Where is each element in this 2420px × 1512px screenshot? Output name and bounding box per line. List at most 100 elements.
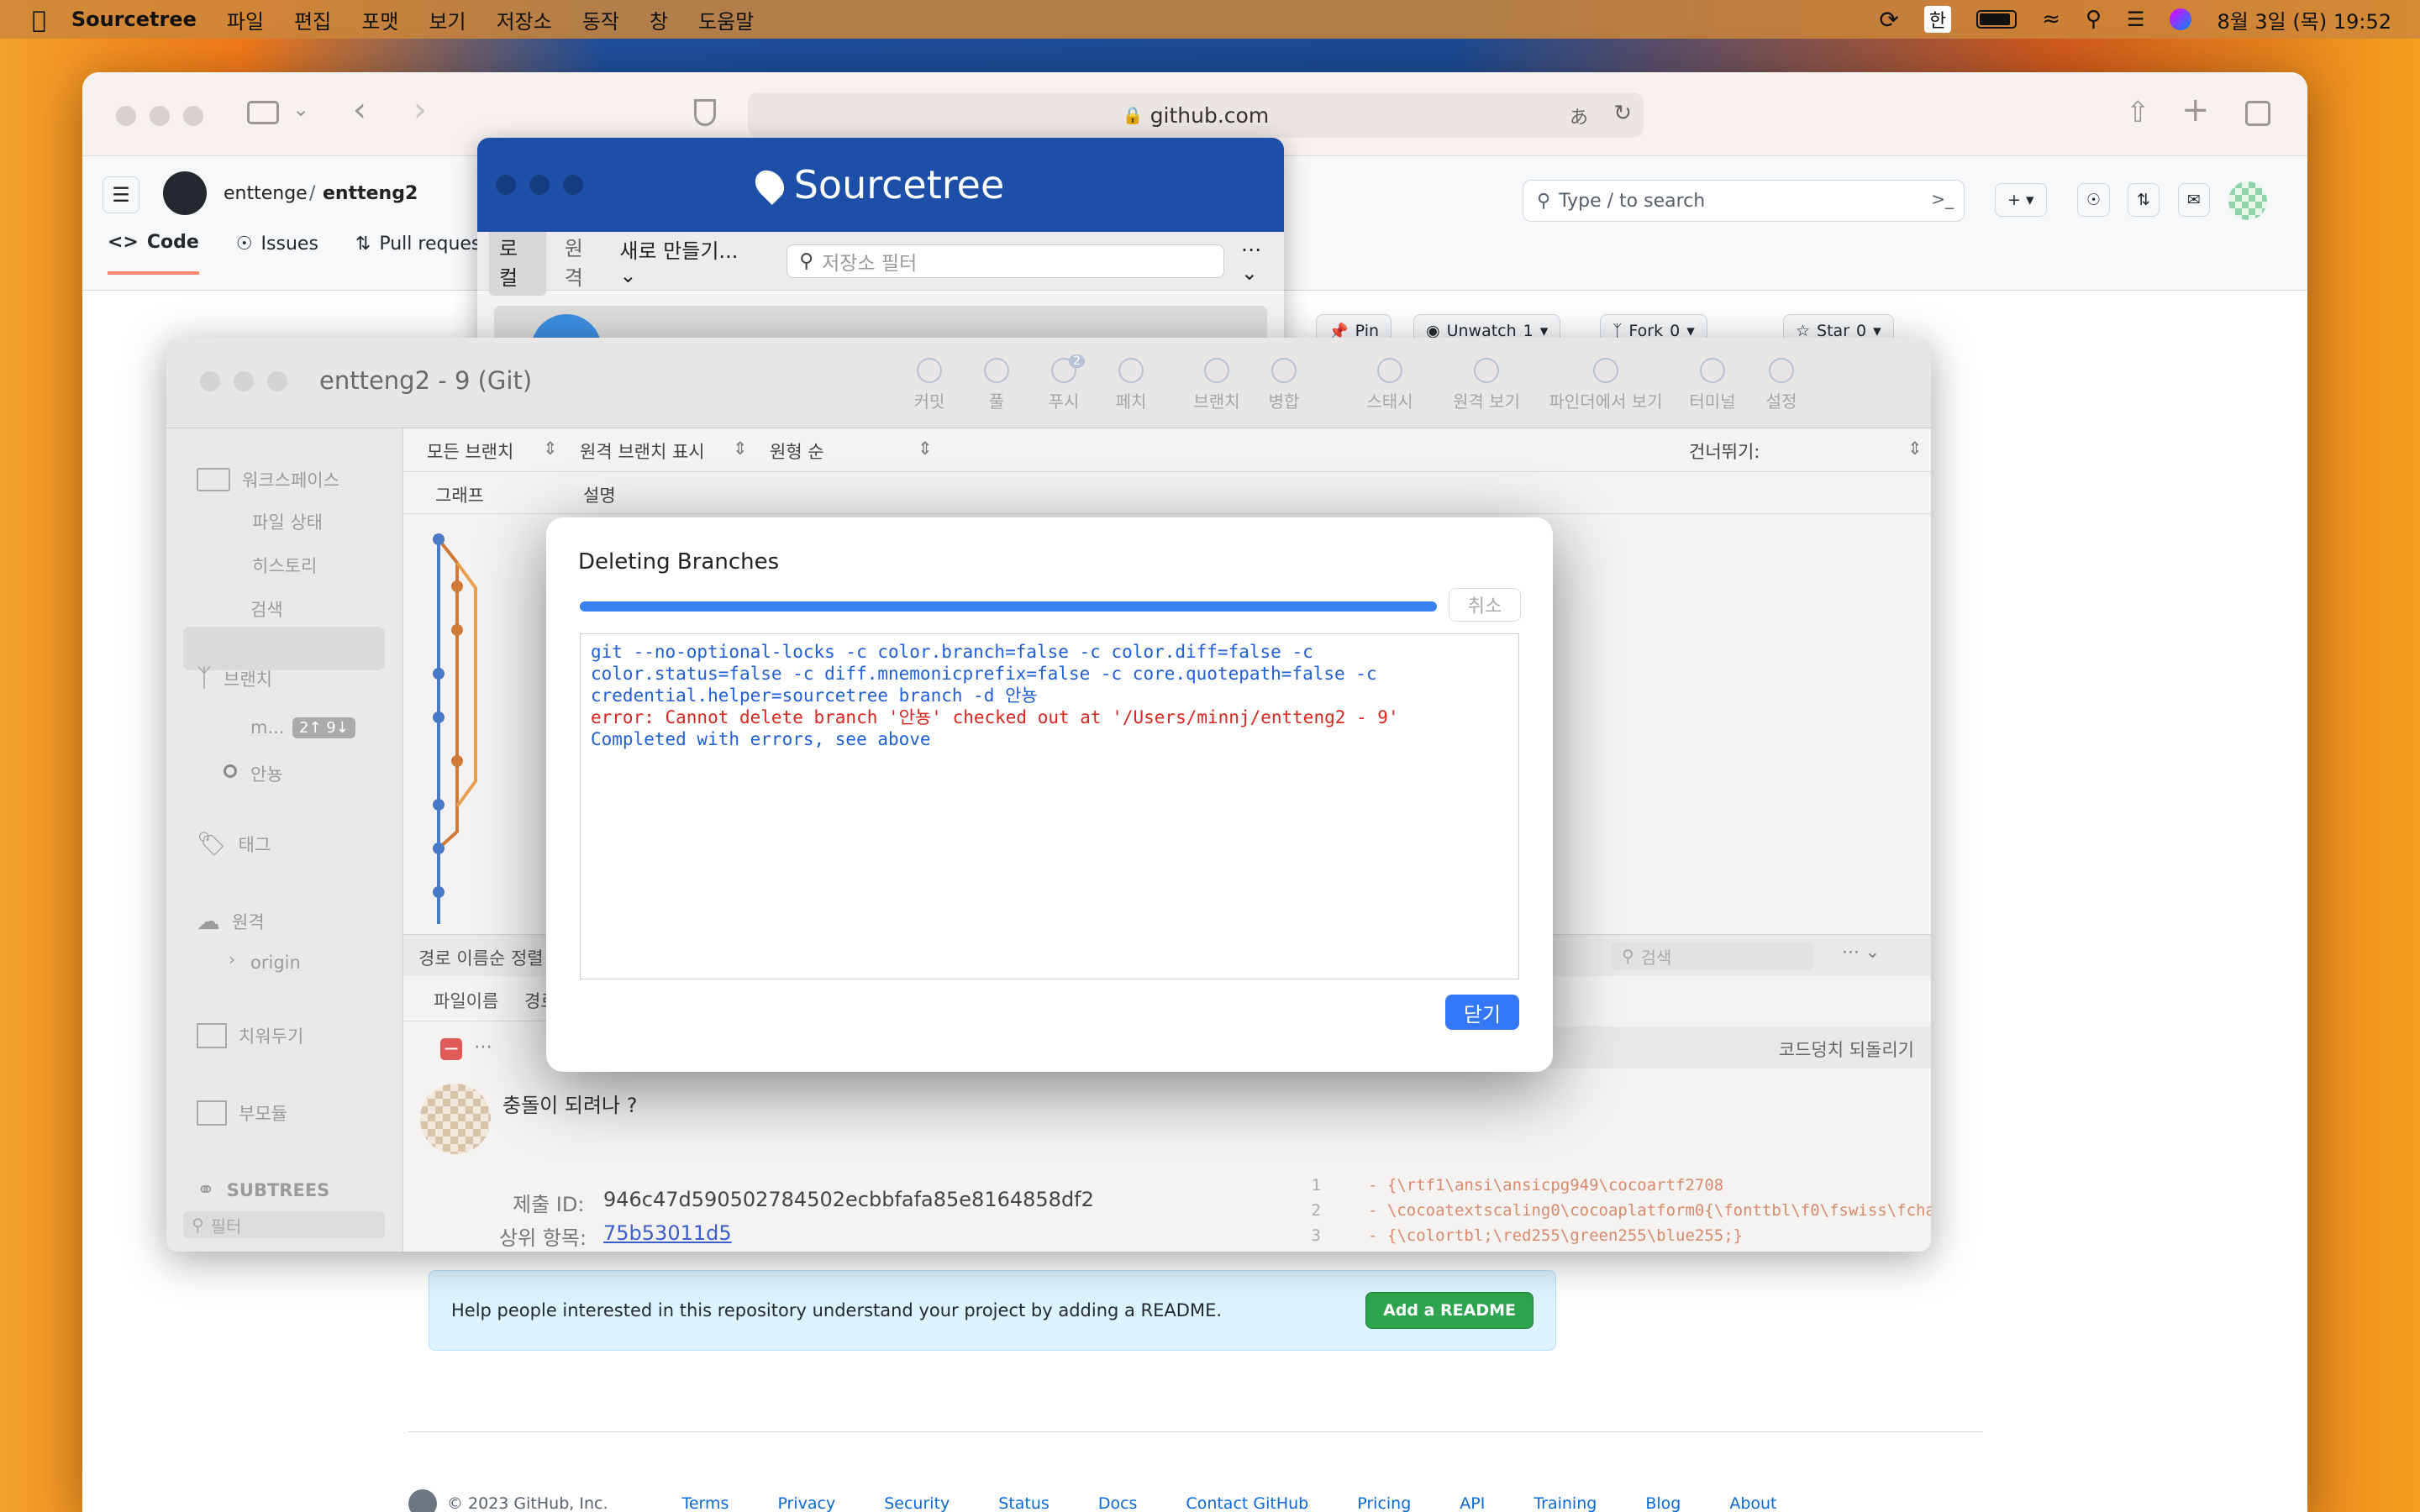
menu-app-name[interactable]: Sourcetree <box>71 8 197 31</box>
revert-hunk-button[interactable]: 코드덩치 되돌리기 <box>1779 1037 1914 1062</box>
github-footer-logo-icon[interactable] <box>408 1489 437 1512</box>
sidebar-submodules[interactable]: 부모듈 <box>197 1100 287 1126</box>
sidebar-item-history[interactable]: 히스토리 <box>252 553 317 578</box>
sidebar-item-search[interactable]: 검색 <box>250 596 283 622</box>
address-bar[interactable]: 🔒 github.com あ ↻ <box>748 92 1644 138</box>
sidebar-tags[interactable]: 🏷 태그 <box>197 830 271 858</box>
cancel-button[interactable]: 취소 <box>1449 588 1521 622</box>
sidebar-workspace[interactable]: 워크스페이스 <box>197 467 339 492</box>
minimize-window-button[interactable] <box>529 175 550 195</box>
close-window-button[interactable] <box>496 175 516 195</box>
repo-owner-link[interactable]: enttenge <box>224 183 308 204</box>
back-icon[interactable]: ‹ <box>353 91 366 129</box>
footer-link-api[interactable]: API <box>1460 1494 1485 1512</box>
apple-icon[interactable]:  <box>32 6 46 34</box>
tab-code[interactable]: <> Code <box>108 232 199 275</box>
sidebar-filter-input[interactable]: ⚲ 필터 <box>183 1211 385 1238</box>
chevron-down-icon[interactable]: ⌄ <box>292 97 309 121</box>
command-palette-icon[interactable]: >_ <box>1931 189 1954 209</box>
menu-repository[interactable]: 저장소 <box>497 5 552 34</box>
avatar[interactable] <box>2228 181 2267 220</box>
footer-link-privacy[interactable]: Privacy <box>777 1494 835 1512</box>
menu-actions[interactable]: 동작 <box>582 5 619 34</box>
sync-icon[interactable]: ⟳ <box>1879 6 1898 34</box>
file-row-ellipsis[interactable]: ⋯ <box>474 1037 492 1058</box>
minimize-window-button[interactable] <box>150 106 170 126</box>
tab-issues[interactable]: ☉ Issues <box>236 232 318 275</box>
siri-icon[interactable] <box>2170 8 2192 30</box>
menu-format[interactable]: 포맷 <box>361 5 398 34</box>
footer-link-pricing[interactable]: Pricing <box>1357 1494 1411 1512</box>
control-center-icon[interactable]: ☰ <box>2127 8 2145 31</box>
menu-window[interactable]: 창 <box>650 5 668 34</box>
terminal-button[interactable]: 터미널 <box>1679 358 1746 412</box>
show-in-finder-button[interactable]: 파인더에서 보기 <box>1543 358 1669 412</box>
spotlight-icon[interactable]: ⚲ <box>2086 7 2102 32</box>
column-filename[interactable]: 파일이름 <box>434 988 498 1013</box>
sidebar-toggle-icon[interactable] <box>247 101 279 124</box>
sidebar-stashes[interactable]: 치워두기 <box>197 1023 303 1048</box>
repo-filter-input[interactable]: ⚲ 저장소 필터 <box>786 244 1224 278</box>
hamburger-icon[interactable]: ☰ <box>103 176 139 213</box>
remote-branch-select[interactable]: 원격 브랜치 표시 <box>580 438 705 464</box>
column-graph[interactable]: 그래프 <box>435 482 484 507</box>
zoom-window-button[interactable] <box>563 175 583 195</box>
sidebar-remotes[interactable]: ☁ 원격 <box>197 907 265 935</box>
footer-link-docs[interactable]: Docs <box>1098 1494 1138 1512</box>
new-tab-icon[interactable]: + <box>2181 91 2210 129</box>
inbox-icon-button[interactable]: ✉ <box>2178 183 2210 217</box>
github-search-input[interactable]: ⚲ Type / to search >_ <box>1523 180 1965 222</box>
forward-icon[interactable]: › <box>413 91 427 129</box>
zoom-window-button[interactable] <box>183 106 203 126</box>
more-options-icon[interactable]: ⋯ ⌄ <box>1241 238 1284 285</box>
issues-icon-button[interactable]: ☉ <box>2077 183 2111 217</box>
pull-button[interactable]: 풀 <box>963 358 1030 412</box>
parent-commit-link[interactable]: 75b53011d5 <box>603 1221 732 1245</box>
close-window-button[interactable] <box>116 106 136 126</box>
create-new-button[interactable]: + ▾ <box>1995 183 2047 217</box>
battery-icon[interactable] <box>1976 10 2018 29</box>
reload-icon[interactable]: ↻ <box>1613 101 1632 126</box>
column-description[interactable]: 설명 <box>583 482 616 507</box>
tab-overview-icon[interactable] <box>2245 101 2270 126</box>
share-icon[interactable]: ⇧ <box>2126 96 2150 129</box>
merge-button[interactable]: 병합 <box>1250 358 1318 412</box>
pulls-icon-button[interactable]: ⇅ <box>2128 183 2160 217</box>
footer-link-security[interactable]: Security <box>884 1494 950 1512</box>
sidebar-remote-origin[interactable]: origin <box>250 953 301 973</box>
footer-link-terms[interactable]: Terms <box>681 1494 729 1512</box>
footer-link-blog[interactable]: Blog <box>1645 1494 1681 1512</box>
menu-view[interactable]: 보기 <box>429 5 466 34</box>
sort-select[interactable]: 경로 이름순 정렬 <box>418 945 544 970</box>
sidebar-item-file-status[interactable]: 파일 상태 <box>252 509 323 534</box>
sidebar-branches[interactable]: ᛉ 브랜치 <box>197 664 272 693</box>
show-remote-button[interactable]: 원격 보기 <box>1440 358 1533 412</box>
settings-button[interactable]: 설정 <box>1748 358 1815 412</box>
footer-link-status[interactable]: Status <box>998 1494 1050 1512</box>
fetch-button[interactable]: 페치 <box>1097 358 1165 412</box>
file-search-input[interactable]: ⚲ 검색 <box>1612 942 1813 970</box>
chevron-right-icon[interactable]: › <box>229 949 235 969</box>
sidebar-branch-main[interactable]: m... <box>250 717 284 738</box>
github-logo-icon[interactable] <box>163 171 207 215</box>
sidebar-branch-current[interactable]: 안뇽 <box>250 761 283 786</box>
menu-file[interactable]: 파일 <box>227 5 264 34</box>
local-tab[interactable]: 로컬 <box>489 226 546 296</box>
footer-link-training[interactable]: Training <box>1534 1494 1597 1512</box>
footer-link-contact[interactable]: Contact GitHub <box>1186 1494 1308 1512</box>
input-method[interactable]: 한 <box>1923 6 1952 33</box>
translate-icon[interactable]: あ <box>1570 102 1588 129</box>
remote-tab[interactable]: 원격 <box>555 227 612 296</box>
privacy-shield-icon[interactable] <box>694 99 716 126</box>
close-button[interactable]: 닫기 <box>1445 995 1519 1030</box>
add-readme-button[interactable]: Add a README <box>1365 1292 1534 1329</box>
footer-link-about[interactable]: About <box>1729 1494 1776 1512</box>
more-options-icon[interactable]: ⋯ ⌄ <box>1842 942 1880 962</box>
branch-filter-select[interactable]: 모든 브랜치 <box>427 438 513 464</box>
wifi-icon[interactable]: ≈ <box>2042 7 2060 32</box>
branch-button[interactable]: 브랜치 <box>1183 358 1250 412</box>
push-button[interactable]: 푸시 2 <box>1030 354 1097 412</box>
order-select[interactable]: 원형 순 <box>770 438 824 464</box>
menu-clock[interactable]: 8월 3일 (목) 19:52 <box>2217 5 2391 34</box>
new-menu-button[interactable]: 새로 만들기... ⌄ <box>619 234 760 287</box>
